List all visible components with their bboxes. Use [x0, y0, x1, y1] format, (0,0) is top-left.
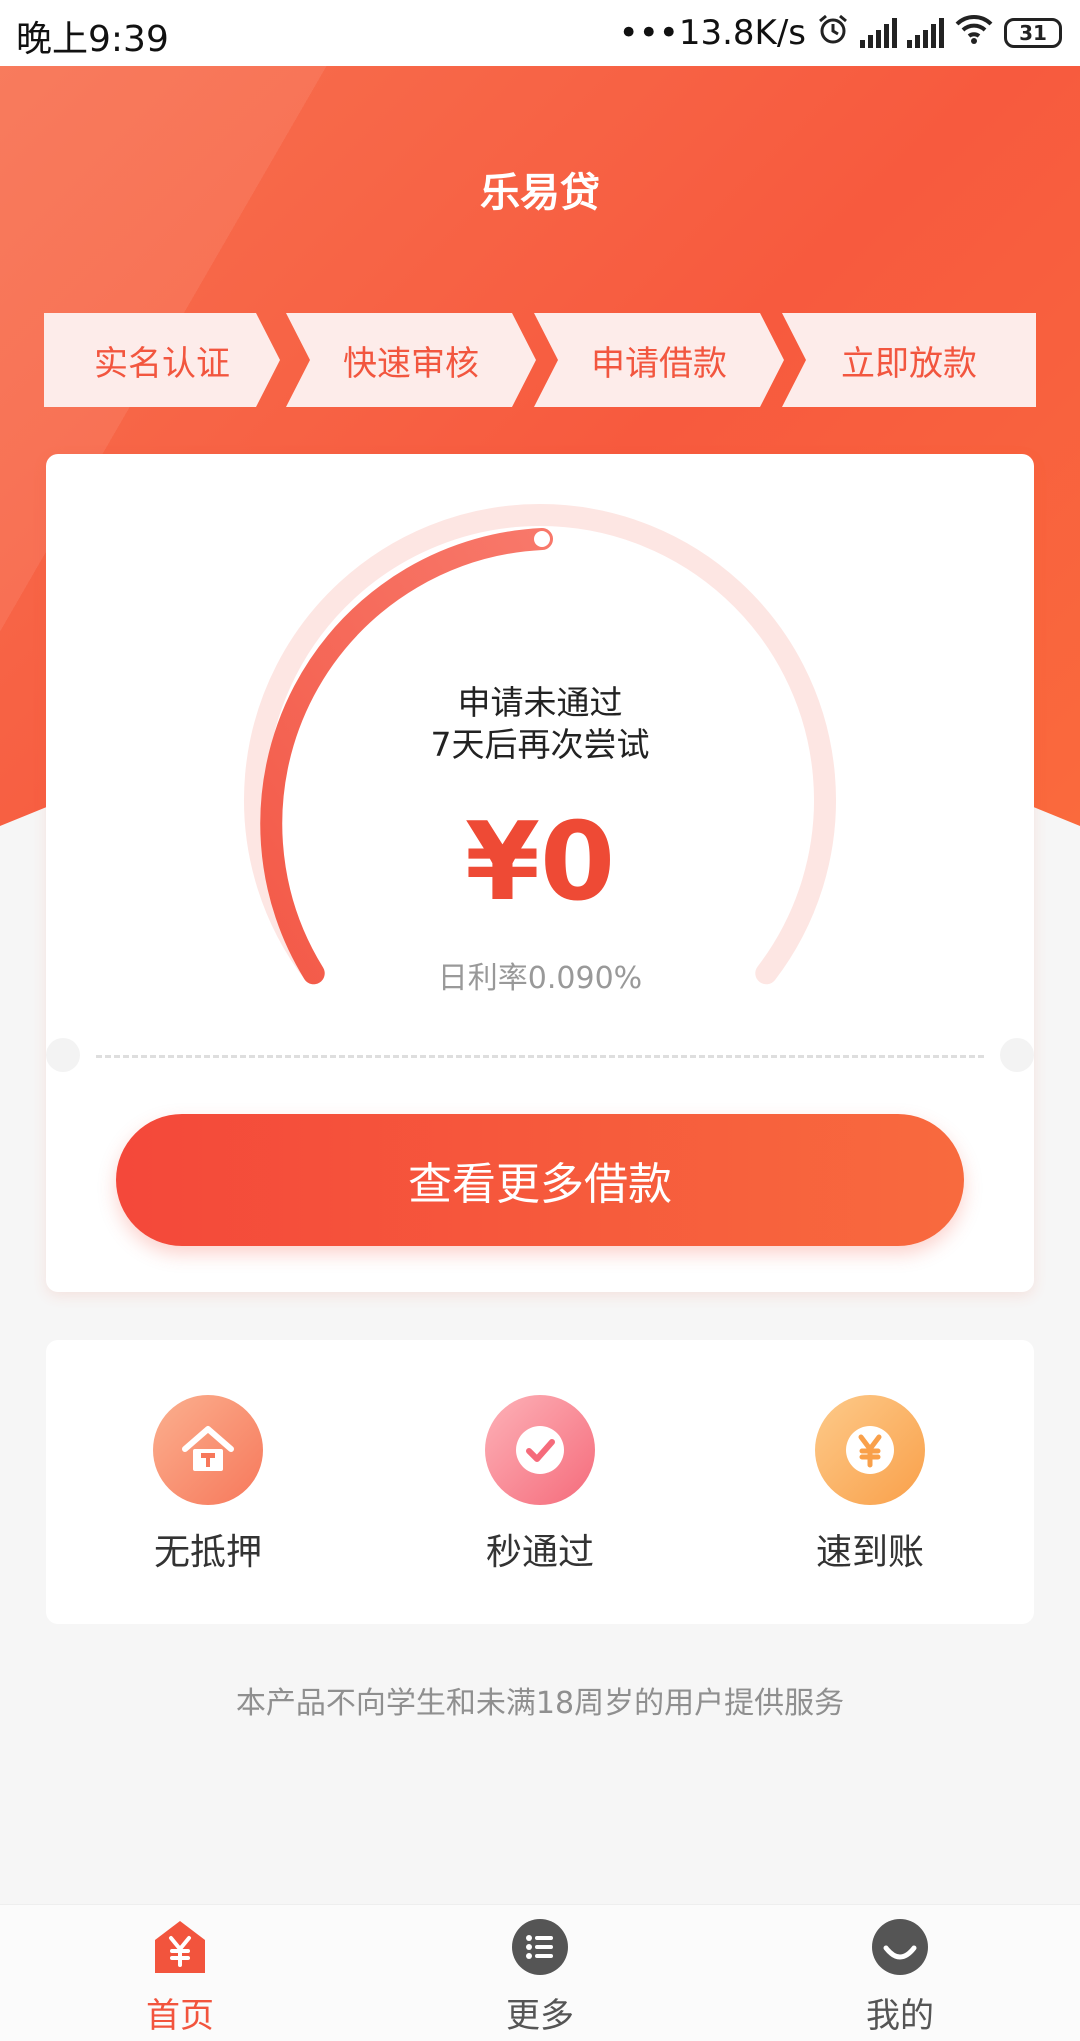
step-real-name: 实名认证	[44, 313, 280, 407]
nav-tab-more[interactable]: 更多	[440, 1918, 640, 2037]
step-disburse: 立即放款	[782, 313, 1036, 407]
application-status: 申请未通过	[457, 683, 623, 722]
step-apply: 申请借款	[534, 313, 784, 407]
nav-label: 更多	[506, 1996, 574, 2036]
home-yen-icon	[151, 1918, 209, 1976]
dashed-divider	[96, 1055, 984, 1058]
feature-instant-approval: 秒通过	[440, 1395, 640, 1575]
signal-icon	[907, 18, 944, 48]
step-label: 实名认证	[94, 343, 230, 384]
profile-icon	[871, 1918, 929, 1976]
loan-amount: ¥0	[464, 800, 616, 925]
feature-no-collateral: 无抵押	[108, 1395, 308, 1575]
feature-label: 无抵押	[153, 1532, 262, 1573]
feature-fast-payout: 速到账	[770, 1395, 970, 1575]
battery-level: 31	[1019, 21, 1047, 45]
disclaimer-text: 本产品不向学生和未满18周岁的用户提供服务	[235, 1686, 845, 1721]
nav-label: 我的	[866, 1996, 934, 2036]
card-notch-right	[1000, 1038, 1034, 1072]
step-label: 申请借款	[591, 343, 727, 384]
feature-label: 速到账	[815, 1532, 924, 1573]
checkmark-icon	[485, 1395, 595, 1505]
network-speed: •••13.8K/s	[618, 13, 806, 53]
status-time: 晚上9:39	[16, 19, 169, 60]
view-more-loans-button[interactable]: 查看更多借款	[116, 1114, 964, 1246]
gauge-knob	[534, 531, 550, 547]
retry-hint: 7天后再次尝试	[430, 725, 650, 764]
status-indicators: •••13.8K/s 31	[619, 12, 1062, 54]
cta-label: 查看更多借款	[408, 1159, 672, 1210]
house-icon	[153, 1395, 263, 1505]
step-label: 快速审核	[343, 343, 479, 384]
nav-tab-home[interactable]: 首页	[80, 1918, 280, 2037]
step-review: 快速审核	[286, 313, 536, 407]
feature-label: 秒通过	[485, 1532, 594, 1573]
process-steps: 实名认证 快速审核 申请借款 立即放款	[44, 313, 1036, 407]
card-notch-left	[46, 1038, 80, 1072]
alarm-icon	[816, 12, 850, 55]
signal-icon	[860, 18, 897, 48]
wifi-icon	[954, 13, 994, 54]
app-title: 乐易贷	[480, 170, 600, 216]
yen-icon	[815, 1395, 925, 1505]
daily-rate: 日利率0.090%	[437, 961, 643, 996]
nav-tab-mine[interactable]: 我的	[800, 1918, 1000, 2037]
nav-label: 首页	[146, 1996, 214, 2036]
battery-icon: 31	[1004, 18, 1062, 48]
list-icon	[511, 1918, 569, 1976]
step-label: 立即放款	[841, 343, 977, 384]
